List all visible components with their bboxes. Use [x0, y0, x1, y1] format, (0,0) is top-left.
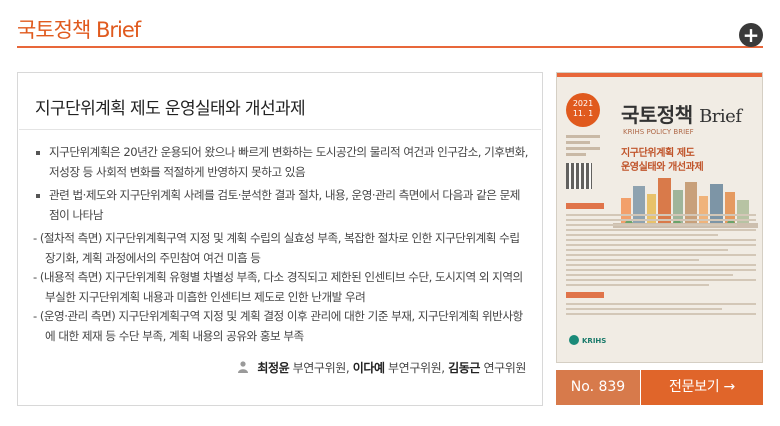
cover-title-line: 지구단위계획 제도 — [621, 148, 695, 159]
more-button[interactable]: + — [739, 23, 763, 47]
full-view-button[interactable]: 전문보기 → — [641, 370, 763, 405]
cover-brand-en: Brief — [699, 106, 742, 127]
brief-cover-thumbnail[interactable]: 2021 11. 1 국토정책 Brief KRIHS POLICY BRIEF… — [556, 72, 763, 363]
krihs-logo-icon — [569, 335, 579, 345]
article-summary: 지구단위계획은 20년간 운용되어 왔으나 빠르게 변화하는 도시공간의 물리적… — [33, 143, 529, 346]
krihs-logo: KRIHS — [569, 335, 606, 345]
article-title[interactable]: 지구단위계획 제도 운영실태와 개선과제 — [35, 94, 306, 119]
card-divider — [19, 129, 541, 130]
author-separator: , — [345, 361, 353, 375]
summary-bullet: 관련 법·제도와 지구단위계획 사례를 검토·분석한 결과 절차, 내용, 운영… — [33, 186, 529, 225]
author-name: 김동근 — [448, 361, 481, 375]
person-icon — [237, 361, 248, 373]
qr-code-icon — [566, 163, 592, 189]
author-role: 부연구위원 — [292, 361, 347, 375]
section-title: 국토정책 Brief — [17, 18, 141, 42]
cover-year: 2021 — [572, 99, 594, 108]
header-divider — [17, 46, 763, 48]
issue-number: No. 839 — [556, 370, 640, 405]
plus-icon: + — [742, 23, 760, 47]
cover-top-bar — [557, 73, 762, 77]
summary-dash: - (내용적 측면) 지구단위계획 유형별 차별성 부족, 다소 경직되고 제한… — [33, 270, 523, 304]
author-name: 최정윤 — [257, 361, 290, 375]
cover-subtitle: KRIHS POLICY BRIEF — [623, 128, 694, 136]
cover-brand: 국토정책 Brief — [621, 99, 742, 128]
cover-brand-ko: 국토정책 — [621, 103, 693, 127]
author-line: 최정윤 부연구위원, 이다예 부연구위원, 김동근 연구위원 — [237, 359, 526, 376]
summary-dash: - (운영·관리 측면) 지구단위계획구역 지정 및 계획 결정 이후 관리에 … — [33, 309, 523, 343]
cover-body-text — [566, 197, 756, 318]
cover-side-text — [566, 135, 600, 159]
author-role: 연구위원 — [483, 361, 526, 375]
author-name: 이다예 — [352, 361, 385, 375]
article-card[interactable]: 지구단위계획 제도 운영실태와 개선과제 지구단위계획은 20년간 운용되어 왔… — [17, 72, 543, 406]
summary-dash: - (절차적 측면) 지구단위계획구역 지정 및 계획 수립의 실효성 부족, … — [33, 231, 520, 265]
cover-date: 11. 1 — [572, 109, 594, 118]
summary-bullet: 지구단위계획은 20년간 운용되어 왔으나 빠르게 변화하는 도시공간의 물리적… — [33, 143, 529, 182]
cover-date-badge: 2021 11. 1 — [566, 93, 600, 127]
krihs-label: KRIHS — [582, 337, 607, 345]
author-role: 부연구위원 — [388, 361, 442, 375]
